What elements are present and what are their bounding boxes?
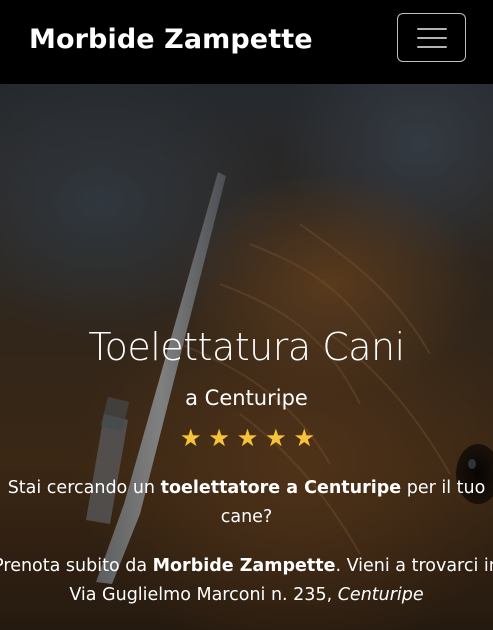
star-icon: ★ (208, 424, 230, 452)
hamburger-menu-icon-bar (417, 46, 447, 48)
cta-address: Via Guglielmo Marconi n. 235, (69, 585, 338, 605)
intro-prefix: Stai cercando un (7, 478, 161, 498)
intro-paragraph: Stai cercando un toelettatore a Centurip… (0, 474, 493, 532)
hamburger-menu-icon-bar (417, 37, 447, 39)
rating-stars: ★ ★ ★ ★ ★ (180, 424, 315, 452)
cta-paragraph: Prenota subito da Morbide Zampette. Vien… (0, 552, 493, 610)
hero-content: Toelettatura Cani a Centuripe ★ ★ ★ ★ ★ … (0, 84, 493, 630)
navbar: Morbide Zampette (0, 0, 493, 84)
menu-toggle-button[interactable] (397, 13, 466, 62)
cta-prefix: Prenota subito da (0, 556, 153, 576)
page-subtitle: a Centuripe (185, 386, 308, 410)
brand-logo-link[interactable]: Morbide Zampette (29, 22, 313, 58)
intro-suffix: per il tuo (401, 478, 486, 498)
star-icon: ★ (180, 424, 202, 452)
intro-line2: cane? (220, 507, 273, 527)
cta-business-name: Morbide Zampette (152, 556, 336, 576)
intro-highlight: toelettatore a Centuripe (160, 478, 402, 498)
page-title: Toelettatura Cani (88, 325, 405, 369)
cta-city: Centuripe (337, 585, 424, 605)
star-icon: ★ (236, 424, 259, 452)
star-icon: ★ (293, 424, 315, 452)
star-icon: ★ (265, 424, 287, 452)
hero-section: Toelettatura Cani a Centuripe ★ ★ ★ ★ ★ … (0, 84, 493, 630)
cta-suffix: . Vieni a trovarci in (335, 556, 493, 576)
hamburger-menu-icon (417, 28, 447, 30)
